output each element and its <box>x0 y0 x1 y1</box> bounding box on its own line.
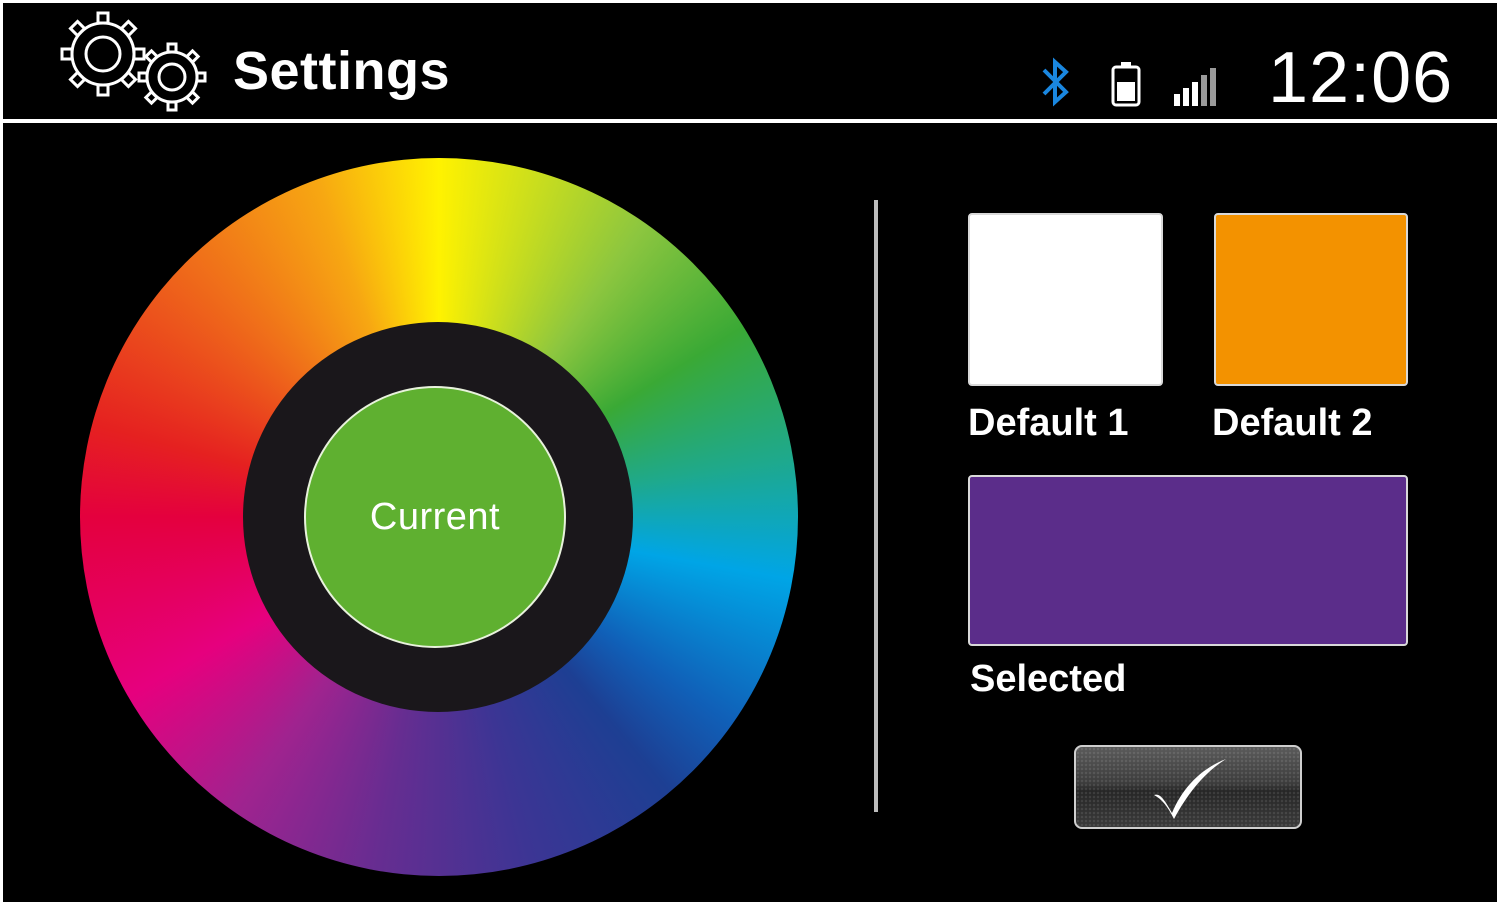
header-divider <box>0 119 1500 123</box>
vertical-divider <box>874 200 878 812</box>
current-color-label: Current <box>369 495 501 538</box>
default-1-label: Default 1 <box>968 402 1129 444</box>
current-color-swatch: Current <box>304 386 566 648</box>
bluetooth-icon <box>1042 57 1069 107</box>
default-2-label: Default 2 <box>1212 402 1373 444</box>
selected-color-swatch[interactable] <box>968 475 1408 646</box>
header-bar: Settings 12:06 <box>0 0 1500 120</box>
confirm-button[interactable] <box>1074 745 1302 829</box>
page-title: Settings <box>233 41 451 101</box>
default-2-swatch[interactable] <box>1214 213 1408 386</box>
clock: 12:06 <box>1268 38 1454 118</box>
checkmark-icon <box>1154 759 1226 819</box>
selected-color-label: Selected <box>970 658 1127 700</box>
battery-icon <box>1111 62 1141 107</box>
default-1-swatch[interactable] <box>968 213 1163 386</box>
gears-icon <box>60 11 207 112</box>
signal-strength-icon <box>1174 68 1216 106</box>
